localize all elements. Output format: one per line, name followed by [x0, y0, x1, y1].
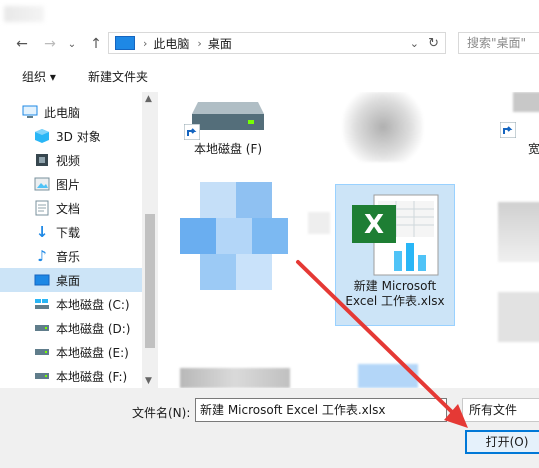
- documents-icon: [34, 200, 50, 216]
- nav-label: 3D 对象: [56, 129, 101, 144]
- address-bar[interactable]: › 此电脑 › 桌面 ⌄ ↻: [108, 32, 446, 54]
- scroll-down-arrow-icon[interactable]: ▼: [145, 376, 152, 386]
- pictures-icon: [34, 176, 50, 192]
- scroll-thumb[interactable]: [145, 214, 155, 348]
- 3d-objects-icon: [34, 128, 50, 144]
- drive-f-label: 本地磁盘 (F): [193, 142, 263, 156]
- drive-icon: [34, 344, 50, 360]
- address-row: ← → ⌄ ↑ › 此电脑 › 桌面 ⌄ ↻ 搜索"桌面": [0, 30, 539, 58]
- refresh-icon[interactable]: ↻: [428, 36, 439, 51]
- shortcut-arrow-icon: [184, 124, 200, 140]
- new-folder-button[interactable]: 新建文件夹: [88, 68, 148, 85]
- toolbar: 组织 ▾ 新建文件夹: [0, 58, 539, 93]
- desktop-icon: [34, 272, 50, 288]
- blurred-icon-right-2: [498, 292, 539, 342]
- breadcrumb-separator-icon: ›: [143, 36, 148, 50]
- filename-label: 文件名(N):: [132, 406, 191, 420]
- scroll-up-arrow-icon[interactable]: ▲: [145, 94, 152, 104]
- drive-c-icon: [34, 296, 50, 312]
- breadcrumb-this-pc[interactable]: 此电脑: [153, 35, 189, 52]
- search-input[interactable]: 搜索"桌面": [458, 32, 539, 54]
- nav-scrollbar[interactable]: ▲ ▼: [142, 92, 158, 388]
- excel-file-label-line1: 新建 Microsoft: [353, 279, 437, 293]
- recent-locations-chevron-icon[interactable]: ⌄: [62, 34, 82, 54]
- video-icon: [34, 152, 50, 168]
- open-button[interactable]: 打开(O): [465, 430, 539, 454]
- excel-file-icon: X: [352, 194, 439, 276]
- nav-label: 音乐: [56, 249, 81, 264]
- blurred-icon-right: [498, 202, 539, 262]
- nav-label: 桌面: [56, 273, 81, 288]
- forward-button[interactable]: →: [40, 34, 60, 54]
- address-dropdown-icon[interactable]: ⌄: [410, 37, 419, 50]
- navigation-pane: 此电脑 3D 对象 视频 图片 文档 ↓ 下载 ♪ 音乐 桌面 本地磁盘 (C:…: [0, 92, 158, 388]
- up-button[interactable]: ↑: [86, 34, 106, 54]
- blurred-icon-mosaic: [180, 182, 290, 292]
- organize-button[interactable]: 组织 ▾: [22, 68, 56, 85]
- title-bar: [0, 0, 539, 30]
- back-button[interactable]: ←: [12, 34, 32, 54]
- file-list: 本地磁盘 (F) 宽 X 新建 Microsoft Excel 工作表.xlsx: [158, 92, 539, 388]
- nav-label: 文档: [56, 201, 81, 216]
- nav-label: 图片: [56, 177, 81, 192]
- desktop-location-icon: [115, 36, 135, 50]
- drive-icon: [34, 368, 50, 384]
- blurred-icon-top: [343, 92, 423, 162]
- nav-label: 此电脑: [44, 105, 81, 120]
- footer-panel: 文件名(N): 新建 Microsoft Excel 工作表.xlsx 所有文件…: [0, 388, 539, 468]
- drive-icon: [34, 320, 50, 336]
- file-type-select[interactable]: 所有文件: [462, 398, 539, 422]
- blurred-icon-bottom-left: [180, 368, 290, 388]
- music-icon: ♪: [37, 247, 47, 265]
- nav-label: 本地磁盘 (C:): [56, 297, 130, 312]
- nav-item-this-pc[interactable]: 此电脑: [22, 100, 162, 124]
- computer-icon: [22, 104, 38, 120]
- partial-tile-label: 宽: [528, 142, 539, 156]
- breadcrumb-separator-icon: ›: [197, 36, 202, 50]
- blurred-icon-center-small: [308, 212, 330, 234]
- breadcrumb-desktop[interactable]: 桌面: [208, 35, 232, 52]
- nav-item-desktop[interactable]: 桌面: [0, 268, 142, 292]
- nav-label: 本地磁盘 (D:): [56, 321, 131, 336]
- svg-text:X: X: [364, 210, 384, 240]
- excel-file-label-line2: Excel 工作表.xlsx: [345, 294, 445, 308]
- nav-label: 下载: [56, 225, 81, 240]
- nav-label: 本地磁盘 (F:): [56, 369, 128, 384]
- blurred-title: [4, 6, 44, 22]
- hard-drive-icon: [192, 102, 264, 130]
- excel-file-tile[interactable]: X 新建 Microsoft Excel 工作表.xlsx: [335, 184, 455, 326]
- shortcut-arrow-icon: [500, 122, 516, 138]
- blurred-icon-bottom-center: [358, 364, 418, 388]
- nav-label: 本地磁盘 (E:): [56, 345, 129, 360]
- download-icon: ↓: [35, 223, 49, 241]
- drive-f-tile[interactable]: 本地磁盘 (F): [178, 96, 278, 160]
- filename-input[interactable]: 新建 Microsoft Excel 工作表.xlsx: [195, 398, 447, 422]
- nav-label: 视频: [56, 153, 81, 168]
- blurred-icon-top-right: [513, 92, 539, 112]
